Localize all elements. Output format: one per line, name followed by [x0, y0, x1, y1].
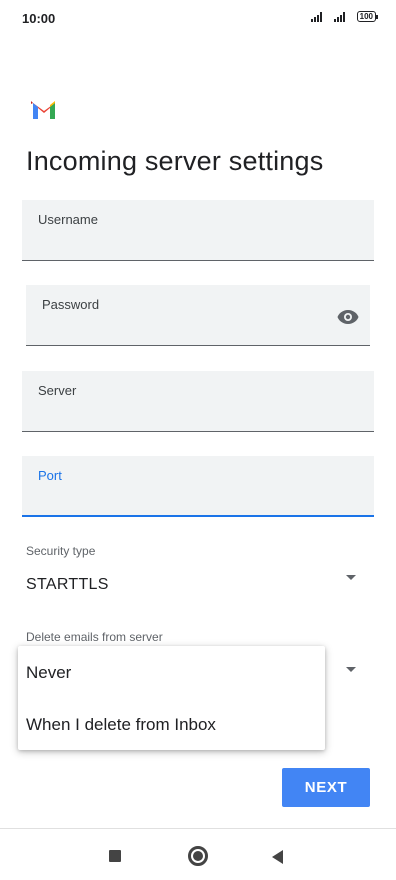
delete-emails-dropdown-icon[interactable]	[346, 667, 356, 672]
gmail-logo	[31, 101, 55, 119]
security-type-label: Security type	[26, 544, 96, 558]
eye-icon[interactable]	[336, 305, 360, 329]
dropdown-option-never[interactable]: Never	[26, 663, 71, 683]
username-label: Username	[38, 212, 98, 227]
password-field[interactable]: Password	[26, 285, 370, 346]
server-input[interactable]	[38, 404, 358, 423]
signal-bars-icon-2	[333, 11, 345, 22]
back-icon[interactable]	[272, 850, 283, 864]
server-field[interactable]: Server	[22, 371, 374, 432]
battery-indicator: 100	[356, 11, 379, 22]
dropdown-option-when-deleted-from-inbox[interactable]: When I delete from Inbox	[26, 715, 216, 735]
server-label: Server	[38, 383, 77, 398]
username-field[interactable]: Username	[22, 200, 374, 261]
status-bar: 10:00 100	[0, 0, 396, 40]
port-field[interactable]: Port	[22, 456, 374, 517]
username-input[interactable]	[38, 233, 358, 252]
delete-emails-label: Delete emails from server	[26, 630, 163, 644]
home-icon[interactable]	[188, 846, 208, 866]
recent-apps-icon[interactable]	[109, 850, 121, 862]
security-type-value[interactable]: STARTTLS	[26, 576, 109, 594]
password-input[interactable]	[42, 318, 354, 337]
delete-emails-dropdown-menu: Never When I delete from Inbox	[18, 646, 325, 750]
signal-bars-icon	[310, 11, 322, 22]
next-button[interactable]: NEXT	[282, 768, 370, 807]
password-label: Password	[42, 297, 100, 312]
port-label: Port	[38, 468, 62, 483]
navigation-bar	[0, 828, 396, 880]
page-title: Incoming server settings	[26, 146, 324, 176]
security-type-dropdown-icon[interactable]	[346, 575, 356, 580]
status-icons: 100	[310, 11, 379, 22]
status-time: 10:00	[22, 11, 56, 26]
port-input[interactable]	[38, 488, 358, 507]
